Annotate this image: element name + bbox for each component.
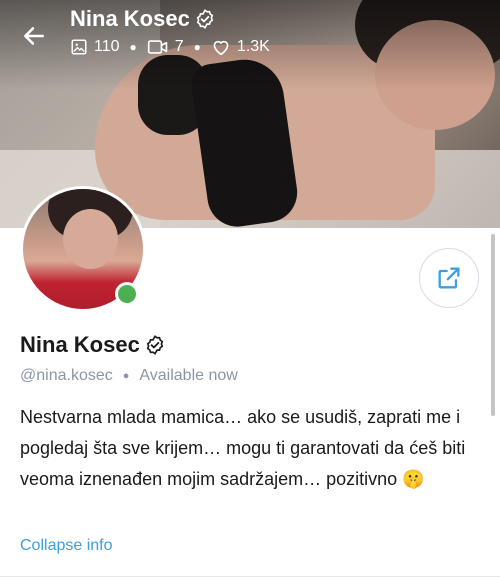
online-status-indicator bbox=[115, 282, 139, 306]
collapse-info-link[interactable]: Collapse info bbox=[20, 537, 113, 555]
video-icon bbox=[147, 40, 168, 54]
profile-name: Nina Kosec bbox=[20, 332, 166, 358]
profile-name-text: Nina Kosec bbox=[20, 332, 140, 357]
scrollbar[interactable] bbox=[491, 234, 495, 416]
header-stats: 110 ● 7 ● 1.3K bbox=[70, 38, 270, 56]
images-count: 110 bbox=[70, 38, 120, 56]
videos-count: 7 bbox=[147, 38, 184, 56]
header-title: Nina Kosec bbox=[70, 6, 216, 32]
share-button[interactable] bbox=[419, 248, 479, 308]
back-arrow-icon bbox=[24, 27, 44, 45]
divider bbox=[0, 576, 500, 577]
profile-bio: Nestvarna mlada mamica… ako se usudiš, z… bbox=[20, 407, 466, 489]
profile-handle: @nina.kosec bbox=[20, 367, 113, 384]
verified-icon bbox=[196, 9, 214, 29]
header-name: Nina Kosec bbox=[70, 6, 190, 31]
verified-icon bbox=[146, 335, 164, 355]
profile-subline: @nina.kosec ● Available now bbox=[20, 367, 238, 384]
likes-count: 1.3K bbox=[211, 38, 270, 56]
back-button[interactable] bbox=[16, 18, 52, 54]
share-icon bbox=[438, 267, 460, 289]
image-icon bbox=[71, 39, 87, 55]
heart-icon bbox=[213, 40, 229, 56]
availability-status: Available now bbox=[139, 367, 238, 384]
